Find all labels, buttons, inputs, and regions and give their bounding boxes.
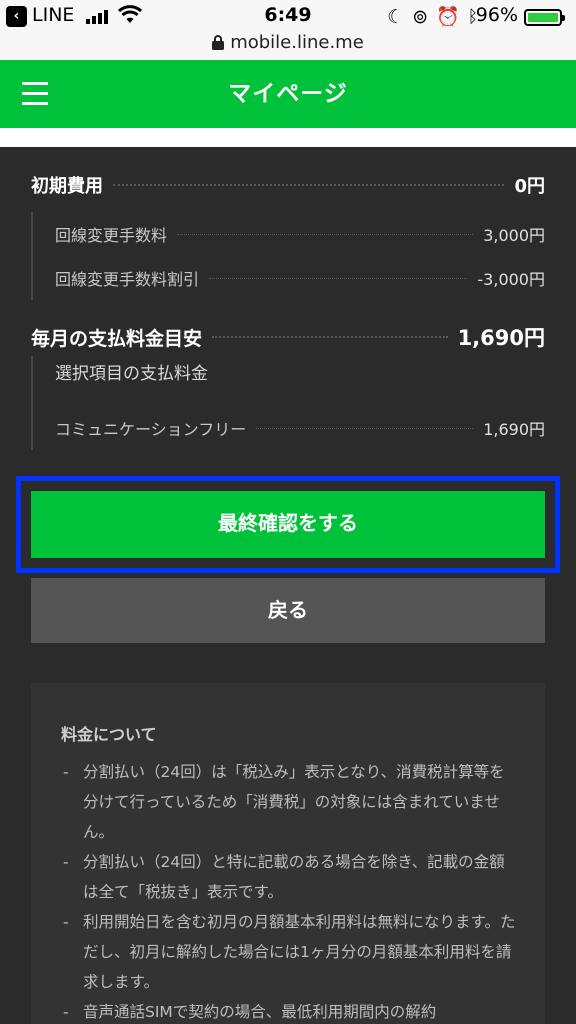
battery-percent: 96% (475, 4, 518, 26)
dotted-leader (113, 184, 505, 186)
monthly-fee-value: 1,690円 (457, 326, 545, 350)
dotted-leader (212, 336, 448, 338)
fee-item-value: 3,000円 (483, 226, 545, 245)
initial-fee-value: 0円 (514, 176, 545, 197)
initial-fee-breakdown: 回線変更手数料 3,000円 回線変更手数料割引 -3,000円 (31, 212, 545, 300)
fee-item-label: 回線変更手数料割引 (55, 270, 200, 289)
back-button[interactable]: 戻る (31, 578, 545, 643)
fee-item-label: 回線変更手数料 (55, 226, 168, 245)
dotted-leader (256, 427, 474, 429)
status-bar: ‹ LINE 6:49 ☾ ⊚ ⏰ ᛒ 96% (0, 0, 576, 33)
moon-icon: ☾ (387, 5, 405, 28)
monthly-fee-label: 毎月の支払料金目安 (31, 327, 203, 350)
monthly-fee-total-row: 毎月の支払料金目安 1,690円 (31, 322, 545, 352)
battery-icon (524, 9, 565, 26)
monthly-fees-section: 毎月の支払料金目安 1,690円 選択項目の支払料金 コミュニケーションフリー … (31, 322, 545, 450)
url-text: mobile.line.me (230, 32, 364, 53)
initial-fee-label: 初期費用 (31, 176, 103, 197)
rotation-lock-icon: ⊚ (412, 5, 429, 28)
note-item: 分割払い（24回）と特に記載のある場合を除き、記載の金額は全て「税抜き」表示です… (61, 847, 519, 907)
note-item: 利用開始日を含む初月の月額基本利用料は無料になります。ただし、初月に解約した場合… (61, 907, 519, 997)
fee-item-value: -3,000円 (477, 270, 545, 289)
notes-list: 分割払い（24回）は「税込み」表示となり、消費税計算等を分けて行っているため「消… (61, 757, 519, 1024)
lock-icon (212, 35, 225, 50)
header-divider (0, 128, 576, 147)
note-item: 分割払い（24回）は「税込み」表示となり、消費税計算等を分けて行っているため「消… (61, 757, 519, 847)
alarm-icon: ⏰ (436, 6, 460, 28)
initial-fee-total-row: 初期費用 0円 (31, 170, 545, 200)
fee-item-value: 1,690円 (483, 420, 545, 439)
url-bar[interactable]: mobile.line.me (0, 33, 576, 60)
fee-item-label: コミュニケーションフリー (55, 420, 247, 439)
fee-notes-panel: 料金について 分割払い（24回）は「税込み」表示となり、消費税計算等を分けて行っ… (31, 683, 545, 1024)
page-title: マイページ (228, 81, 348, 107)
notes-title: 料金について (61, 725, 157, 744)
monthly-fee-subheading: 選択項目の支払料金 (55, 364, 208, 384)
note-item: 音声通話SIMで契約の場合、最低利用期間内の解約 (61, 997, 519, 1024)
dotted-leader (177, 233, 474, 235)
app-header: マイページ (0, 60, 576, 128)
final-confirm-button[interactable]: 最終確認をする (31, 491, 545, 558)
monthly-fee-breakdown: 選択項目の支払料金 コミュニケーションフリー 1,690円 (31, 356, 545, 450)
initial-fees-section: 初期費用 0円 回線変更手数料 3,000円 回線変更手数料割引 -3,000円 (31, 170, 545, 300)
fee-item-row: コミュニケーションフリー 1,690円 (55, 406, 545, 450)
fee-item-row: 回線変更手数料 3,000円 (55, 212, 545, 256)
dotted-leader (209, 277, 468, 279)
fee-item-row: 回線変更手数料割引 -3,000円 (55, 256, 545, 300)
